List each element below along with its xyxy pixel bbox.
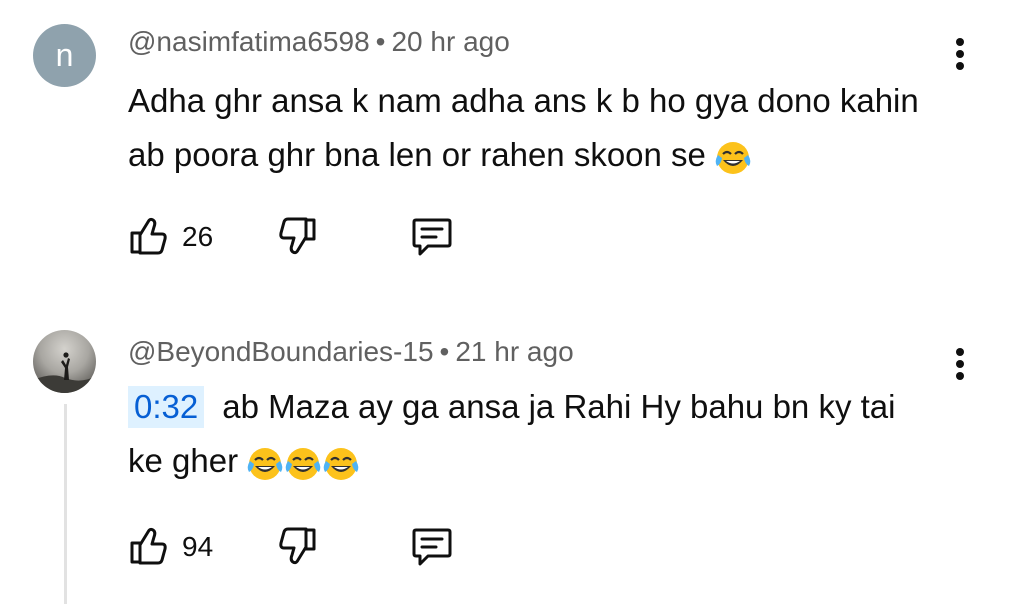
comment-time[interactable]: 21 hr ago bbox=[455, 336, 573, 367]
comment: n @nasimfatima6598 • 20 hr ago Adha ghr an… bbox=[0, 0, 1024, 300]
comment-header: @BeyondBoundaries-15 • 21 hr ago bbox=[128, 336, 574, 368]
comment: @BeyondBoundaries-15 • 21 hr ago 0:32 ab Ma… bbox=[0, 300, 1024, 604]
face-with-tears-of-joy-emoji bbox=[715, 142, 751, 175]
like-icon bbox=[130, 217, 167, 255]
like-count: 94 bbox=[182, 531, 214, 562]
author-handle[interactable]: @BeyondBoundaries-15 bbox=[128, 336, 434, 367]
dislike-button[interactable] bbox=[274, 212, 324, 260]
reply-icon bbox=[412, 218, 452, 256]
author-handle[interactable]: @nasimfatima6598 bbox=[128, 26, 370, 57]
comment-text: Adha ghr ansa k nam adha ans k b ho gya … bbox=[128, 74, 928, 182]
avatar[interactable] bbox=[33, 330, 96, 393]
like-button[interactable]: 94 bbox=[128, 522, 228, 570]
separator-dot: • bbox=[375, 26, 386, 57]
comment-actions: 26 bbox=[128, 212, 528, 260]
comment-time[interactable]: 20 hr ago bbox=[391, 26, 509, 57]
dislike-icon bbox=[279, 527, 316, 565]
thread-line bbox=[64, 404, 67, 604]
reply-button[interactable] bbox=[410, 522, 460, 570]
avatar-image bbox=[33, 352, 96, 393]
reply-button[interactable] bbox=[410, 212, 460, 260]
comment-text-content: Adha ghr ansa k nam adha ans k b ho gya … bbox=[128, 82, 919, 173]
like-button[interactable]: 26 bbox=[128, 212, 228, 260]
separator-dot: • bbox=[439, 336, 450, 367]
like-icon bbox=[130, 527, 167, 565]
more-options-button[interactable] bbox=[946, 34, 974, 74]
avatar[interactable]: n bbox=[33, 24, 96, 87]
comment-actions: 94 bbox=[128, 522, 528, 570]
more-options-button[interactable] bbox=[946, 344, 974, 384]
comment-header: @nasimfatima6598 • 20 hr ago bbox=[128, 26, 510, 58]
reply-icon bbox=[412, 528, 452, 566]
comment-text-content: ab Maza ay ga ansa ja Rahi Hy bahu bn ky… bbox=[128, 388, 896, 479]
face-with-tears-of-joy-emoji bbox=[285, 448, 321, 481]
dislike-button[interactable] bbox=[274, 522, 324, 570]
comment-text: 0:32 ab Maza ay ga ansa ja Rahi Hy bahu b… bbox=[128, 380, 928, 488]
face-with-tears-of-joy-emoji bbox=[247, 448, 283, 481]
timestamp-link[interactable]: 0:32 bbox=[128, 386, 205, 428]
like-count: 26 bbox=[182, 221, 214, 252]
avatar-letter: n bbox=[55, 37, 74, 73]
face-with-tears-of-joy-emoji bbox=[323, 448, 359, 481]
dislike-icon bbox=[279, 217, 316, 255]
